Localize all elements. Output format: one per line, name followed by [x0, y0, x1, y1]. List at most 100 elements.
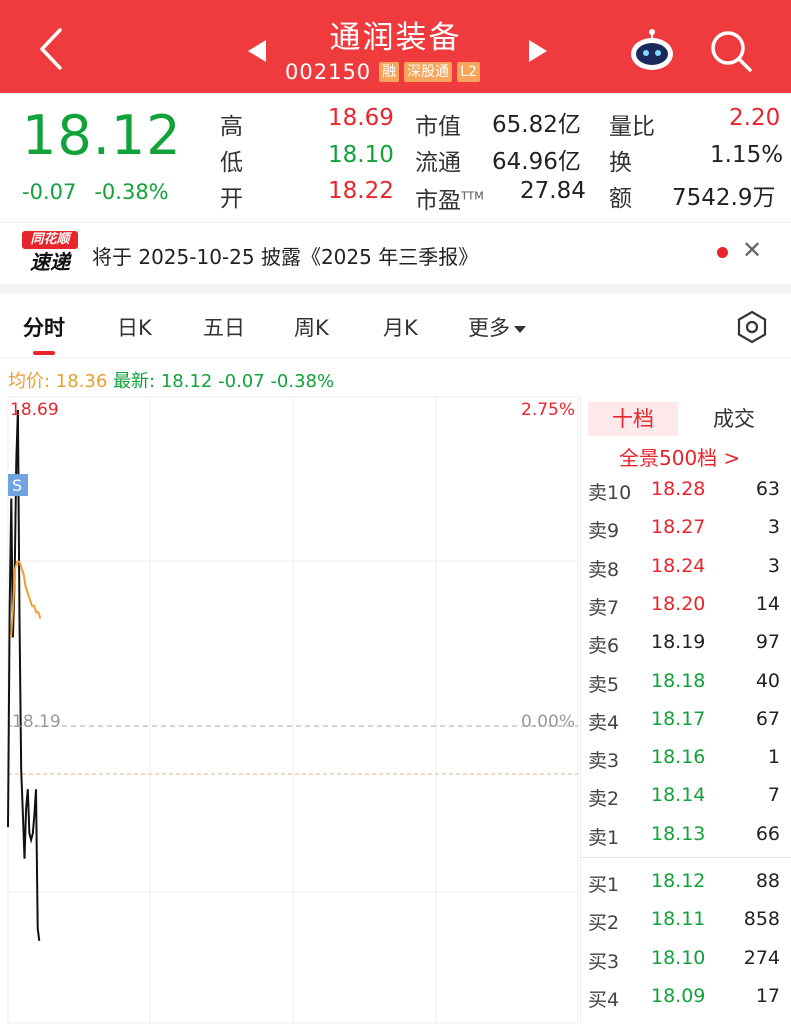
- section-gap: [0, 284, 791, 294]
- ask-row[interactable]: 卖1 18.13 66: [581, 823, 791, 861]
- chart-tabs: 分时 日K 五日 周K 月K 更多: [0, 294, 791, 358]
- ask-row[interactable]: 卖8 18.24 3: [581, 555, 791, 593]
- ask-price: 18.17: [651, 707, 706, 730]
- stat-label-open: 开: [220, 186, 243, 212]
- logo-bottom-text: 速递: [30, 250, 70, 274]
- ask-volume: 7: [767, 784, 780, 807]
- tab-daily-k[interactable]: 日K: [117, 312, 152, 342]
- tag-margin: 融: [379, 62, 400, 82]
- tab-monthly-k[interactable]: 月K: [383, 312, 418, 342]
- tab-more[interactable]: 更多: [468, 312, 526, 342]
- ask-row[interactable]: 卖6 18.19 97: [581, 631, 791, 669]
- latest-change: -0.07: [218, 371, 265, 392]
- sell-marker-text: S: [12, 476, 22, 495]
- ask-level-label: 卖5: [588, 673, 620, 696]
- stat-label-mktcap: 市值: [415, 114, 461, 140]
- bid-price: 18.09: [651, 984, 706, 1007]
- change-value: -0.07: [22, 180, 77, 204]
- stat-value-high: 18.69: [328, 105, 394, 131]
- settings-hexagon-icon[interactable]: [735, 310, 769, 344]
- order-book: 十档 成交 全景500档 > 卖10 18.28 63 卖9 18.27 3 卖8 18.24…: [580, 396, 791, 1024]
- header-bar: 通润装备 002150 融 深股通 L2: [0, 0, 791, 93]
- chart-pct-top: 2.75%: [521, 400, 576, 420]
- ask-row[interactable]: 卖10 18.28 63: [581, 478, 791, 516]
- ask-volume: 63: [755, 478, 780, 500]
- stat-label-float: 流通: [415, 150, 461, 176]
- ask-bid-separator: [581, 857, 791, 858]
- stat-label-high: 高: [220, 114, 243, 140]
- tab-five-day[interactable]: 五日: [203, 312, 245, 342]
- full-depth-link[interactable]: 全景500档 >: [619, 442, 740, 471]
- bid-row[interactable]: 买1 18.12 88: [581, 870, 791, 908]
- chart-pct-mid: 0.00%: [521, 712, 576, 732]
- tab-intraday[interactable]: 分时: [23, 312, 65, 342]
- bid-price: 18.12: [651, 870, 706, 892]
- avg-price: 均价: 18.36: [8, 371, 108, 392]
- ask-price: 18.19: [651, 631, 706, 654]
- prev-stock-arrow-icon[interactable]: [248, 40, 266, 62]
- current-price: 18.12: [22, 104, 182, 167]
- stat-label-pe: 市盈TTM: [415, 181, 484, 215]
- active-tab-indicator: [33, 351, 55, 355]
- ask-price: 18.16: [651, 746, 706, 769]
- stat-value-float: 64.96亿: [492, 149, 581, 175]
- ask-price: 18.14: [651, 784, 706, 807]
- ask-volume: 67: [755, 707, 780, 730]
- ask-volume: 3: [767, 516, 780, 539]
- chart-grid: [7, 396, 579, 1024]
- stat-label-turnover: 换: [609, 150, 632, 176]
- tab-trades[interactable]: 成交: [689, 402, 779, 436]
- ask-level-label: 卖10: [588, 482, 632, 504]
- notice-bar[interactable]: 同花顺 速递 将于 2025-10-25 披露《2025 年三季报》: [0, 222, 791, 284]
- tag-level2[interactable]: L2: [457, 62, 480, 82]
- ask-volume: 66: [755, 822, 780, 845]
- notice-text[interactable]: 将于 2025-10-25 披露《2025 年三季报》: [92, 241, 478, 270]
- ask-row[interactable]: 卖3 18.16 1: [581, 746, 791, 784]
- stat-label-low: 低: [220, 150, 243, 176]
- ask-level-label: 卖7: [588, 596, 620, 619]
- tab-ten-levels[interactable]: 十档: [588, 402, 678, 436]
- stat-label-pe-text: 市盈: [415, 188, 461, 214]
- bid-row[interactable]: 买2 18.11 858: [581, 908, 791, 946]
- stat-value-pe: 27.84: [520, 178, 586, 204]
- bid-level-label: 买1: [588, 874, 620, 896]
- next-stock-arrow-icon[interactable]: [529, 40, 547, 62]
- ask-level-label: 卖6: [588, 635, 620, 658]
- ask-row[interactable]: 卖2 18.14 7: [581, 784, 791, 822]
- ths-express-logo: 同花顺 速递: [22, 231, 78, 277]
- bid-price: 18.10: [651, 946, 706, 969]
- ask-row[interactable]: 卖5 18.18 40: [581, 670, 791, 708]
- price-change: -0.07 -0.38%: [22, 180, 187, 204]
- stat-value-low: 18.10: [328, 142, 394, 168]
- ask-price: 18.20: [651, 592, 706, 615]
- ttm-sup: TTM: [461, 189, 484, 203]
- logo-top-text: 同花顺: [22, 231, 78, 249]
- stock-code-row: 002150 融 深股通 L2: [285, 58, 485, 86]
- bid-row[interactable]: 买3 18.10 274: [581, 947, 791, 985]
- avg-price-info: 均价: 18.36 最新: 18.12 -0.07 -0.38%: [8, 367, 334, 393]
- ask-level-label: 卖3: [588, 750, 620, 773]
- ask-row[interactable]: 卖9 18.27 3: [581, 516, 791, 554]
- stock-code: 002150: [285, 60, 372, 84]
- tab-weekly-k[interactable]: 周K: [294, 312, 329, 342]
- chart-price-top: 18.69: [10, 400, 59, 420]
- ask-level-label: 卖2: [588, 788, 620, 811]
- close-icon[interactable]: ✕: [742, 236, 762, 264]
- ask-volume: 1: [767, 746, 780, 769]
- ask-level-label: 卖8: [588, 558, 620, 581]
- bid-row[interactable]: 买4 18.09 17: [581, 985, 791, 1023]
- ask-volume: 3: [767, 554, 780, 577]
- ask-row[interactable]: 卖7 18.20 14: [581, 593, 791, 631]
- stat-value-mktcap: 65.82亿: [492, 112, 581, 138]
- search-icon[interactable]: [708, 28, 754, 74]
- ask-price: 18.24: [651, 554, 706, 577]
- robot-assistant-icon[interactable]: [628, 28, 676, 72]
- ask-price: 18.18: [651, 669, 706, 692]
- bid-price: 18.11: [651, 908, 706, 931]
- unread-dot-icon: [717, 247, 728, 258]
- chart-price-mid: 18.19: [12, 712, 61, 732]
- ask-row[interactable]: 卖4 18.17 67: [581, 708, 791, 746]
- ask-volume: 14: [755, 592, 780, 615]
- ask-level-label: 卖4: [588, 711, 620, 734]
- intraday-chart[interactable]: S 18.69 2.75% 18.19 0.00%: [0, 396, 580, 1024]
